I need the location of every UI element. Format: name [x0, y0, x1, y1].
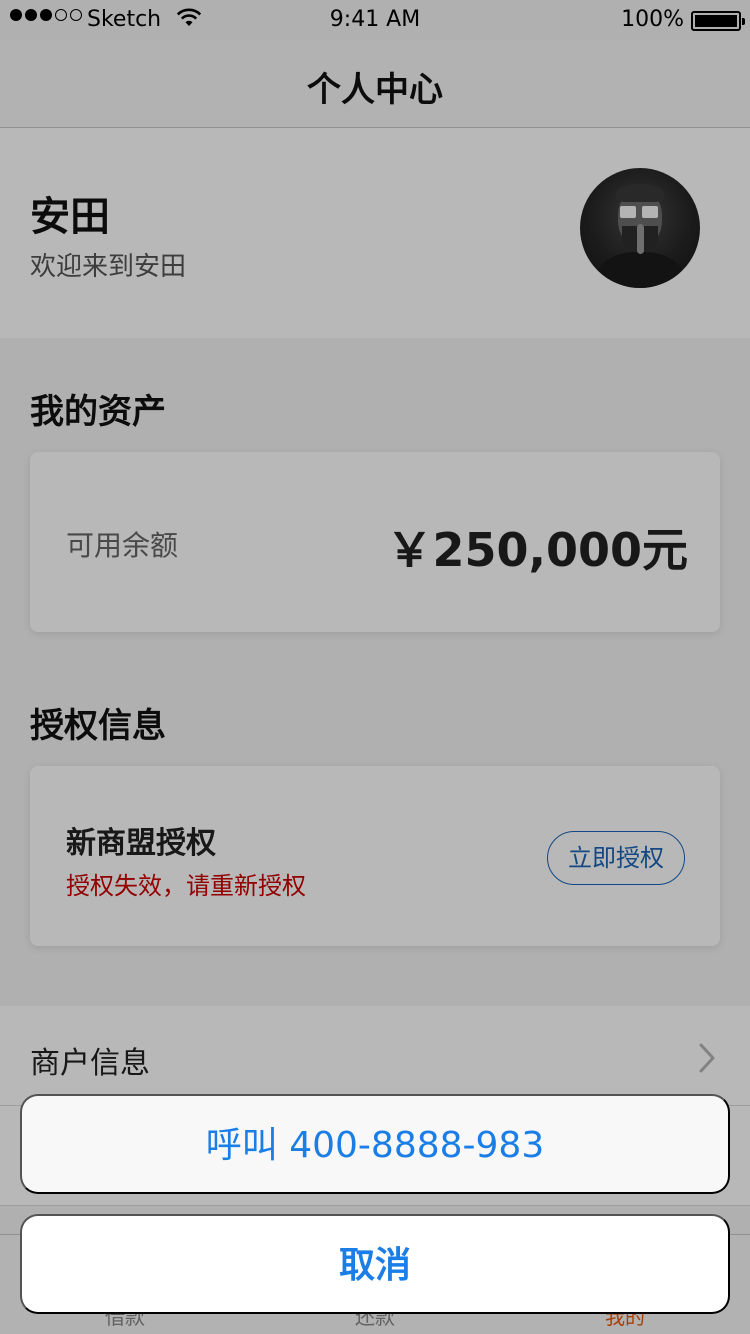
- cancel-button[interactable]: 取消: [20, 1214, 730, 1314]
- call-hotline-button[interactable]: 呼叫 400-8888-983: [20, 1094, 730, 1194]
